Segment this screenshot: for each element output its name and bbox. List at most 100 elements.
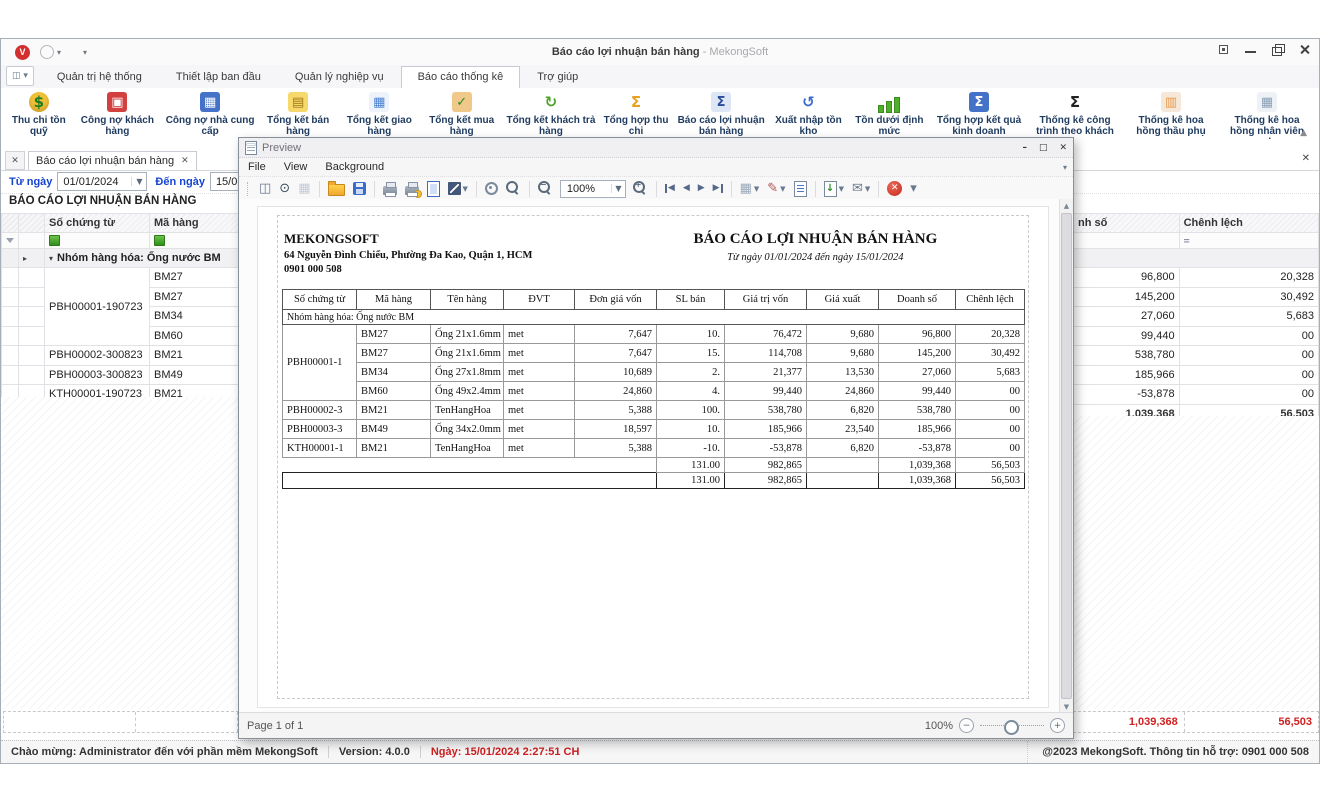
- menu-background[interactable]: Background: [316, 161, 393, 173]
- ribbon-tab-0[interactable]: Quản trị hệ thống: [40, 66, 159, 88]
- first-page-icon[interactable]: ◀: [661, 182, 679, 195]
- filter-cell[interactable]: [150, 233, 245, 249]
- value-cell[interactable]: 145,200: [1074, 287, 1180, 307]
- next-page-icon[interactable]: ▶: [694, 182, 709, 195]
- low-stock-button[interactable]: Tồn dưới định mức: [850, 91, 929, 137]
- close-icon[interactable]: [1298, 43, 1311, 56]
- open-icon[interactable]: [324, 179, 349, 198]
- table-row[interactable]: 185,96600: [1074, 365, 1319, 385]
- column-header[interactable]: Chênh lệch: [1179, 214, 1318, 233]
- column-header[interactable]: nh số: [1074, 214, 1180, 233]
- item-code-cell[interactable]: BM34: [150, 307, 245, 327]
- document-map-icon[interactable]: [790, 179, 811, 199]
- table-row[interactable]: 145,20030,492: [1074, 287, 1319, 307]
- value-cell[interactable]: 27,060: [1074, 307, 1180, 327]
- purchase-summary-button[interactable]: ✓Tổng kết mua hàng: [423, 91, 501, 137]
- page-setup-icon[interactable]: ◫: [255, 180, 275, 197]
- value-cell[interactable]: 20,328: [1179, 268, 1318, 288]
- tab-profit-report[interactable]: Báo cáo lợi nhuận bán hàng ✕: [28, 151, 197, 170]
- ribbon-tab-1[interactable]: Thiết lập ban đầu: [159, 66, 278, 88]
- voucher-cell[interactable]: PBH00002-300823: [45, 346, 150, 366]
- chevron-down-icon[interactable]: ▼: [611, 184, 625, 193]
- scroll-up-icon[interactable]: ▲: [1060, 199, 1073, 212]
- preview-scrollbar[interactable]: ▲ ▼: [1059, 199, 1073, 713]
- preview-maximize-icon[interactable]: □: [1039, 143, 1048, 153]
- value-cell[interactable]: 185,966: [1074, 365, 1180, 385]
- supplier-debt-button[interactable]: ▦Công nợ nhà cung cấp: [164, 91, 256, 137]
- value-cell[interactable]: 99,440: [1074, 326, 1180, 346]
- restore-icon[interactable]: [1271, 43, 1284, 56]
- email-icon[interactable]: ✉▼: [848, 180, 874, 197]
- panel-close-icon[interactable]: ✕: [1302, 153, 1310, 164]
- customer-debt-button[interactable]: ▣Công nợ khách hàng: [75, 91, 160, 137]
- zoom-out-button[interactable]: −: [959, 718, 974, 733]
- table-row[interactable]: 538,78000: [1074, 346, 1319, 366]
- zoom-slider[interactable]: [980, 725, 1044, 727]
- value-cell[interactable]: 538,780: [1074, 346, 1180, 366]
- table-row[interactable]: 96,80020,328: [1074, 268, 1319, 288]
- from-date-input[interactable]: 01/01/2024 ▼: [57, 172, 147, 191]
- delivery-summary-button[interactable]: ▦Tổng kết giao hàng: [340, 91, 418, 137]
- inventory-button[interactable]: ↺Xuất nhập tồn kho: [771, 91, 846, 137]
- column-header[interactable]: Số chứng từ: [45, 214, 150, 233]
- collapse-icon[interactable]: ▾: [49, 254, 53, 263]
- print-icon[interactable]: [379, 180, 401, 197]
- zoom-level-combo[interactable]: 100%▼: [560, 180, 626, 198]
- filter-cell[interactable]: [45, 233, 150, 249]
- table-row[interactable]: PBH00003-300823BM49: [2, 365, 245, 385]
- chevron-down-icon[interactable]: ▼: [131, 177, 146, 186]
- export-icon[interactable]: ↓▼: [820, 179, 848, 199]
- close-preview-icon[interactable]: ✕: [883, 179, 906, 198]
- filter-cell[interactable]: =: [1179, 233, 1318, 249]
- multipage-icon[interactable]: ▦▼: [736, 180, 764, 197]
- highlight-icon[interactable]: ✎▼: [763, 180, 789, 197]
- quick-access-button[interactable]: [40, 45, 54, 59]
- voucher-cell[interactable]: PBH00001-190723: [45, 268, 150, 346]
- value-cell[interactable]: 00: [1179, 326, 1318, 346]
- table-row[interactable]: 99,44000: [1074, 326, 1319, 346]
- table-row[interactable]: 27,0605,683: [1074, 307, 1319, 327]
- value-cell[interactable]: -53,878: [1074, 385, 1180, 405]
- window-layout-button[interactable]: ◫ ▾: [6, 66, 34, 86]
- coins-button[interactable]: $Thu chi tồn quỹ: [7, 91, 71, 137]
- print-options-icon[interactable]: [401, 180, 423, 197]
- table-row[interactable]: -53,87800: [1074, 385, 1319, 405]
- ribbon-collapse-icon[interactable]: ▲: [1300, 128, 1307, 138]
- magnifier-icon[interactable]: [502, 179, 525, 198]
- menu-view[interactable]: View: [275, 161, 317, 173]
- business-result-button[interactable]: ΣTổng hợp kết quả kinh doanh: [933, 91, 1025, 137]
- grid-group-row[interactable]: ▸▾Nhóm hàng hóa: Ống nước BM: [2, 249, 245, 268]
- ribbon-tab-3[interactable]: Báo cáo thống kê: [401, 66, 521, 88]
- prev-page-icon[interactable]: ◀: [679, 182, 694, 195]
- item-code-cell[interactable]: BM60: [150, 326, 245, 346]
- returns-summary-button[interactable]: ↻Tổng kết khách trả hàng: [505, 91, 597, 137]
- last-page-icon[interactable]: ▶: [709, 182, 727, 195]
- profit-report-button[interactable]: ΣBáo cáo lợi nhuận bán hàng: [675, 91, 767, 137]
- preview-minimize-icon[interactable]: –: [1022, 143, 1027, 153]
- ribbon-tab-2[interactable]: Quản lý nghiệp vụ: [278, 66, 401, 88]
- find-icon[interactable]: ⊙: [275, 180, 294, 197]
- item-code-cell[interactable]: BM27: [150, 287, 245, 307]
- subcontractor-commission-button[interactable]: ▥Thống kê hoa hồng thầu phụ: [1125, 91, 1217, 137]
- value-cell[interactable]: 30,492: [1179, 287, 1318, 307]
- table-row[interactable]: PBH00002-300823BM21: [2, 346, 245, 366]
- toolbar-overflow-icon[interactable]: ▾: [906, 180, 921, 197]
- value-cell[interactable]: 96,800: [1074, 268, 1180, 288]
- income-expense-button[interactable]: ΣTổng hợp thu chi: [601, 91, 671, 137]
- item-code-cell[interactable]: BM27: [150, 268, 245, 288]
- column-header[interactable]: Mã hàng: [150, 214, 245, 233]
- tabstrip-close-icon[interactable]: ✕: [5, 151, 25, 170]
- value-cell[interactable]: 00: [1179, 385, 1318, 405]
- menu-file[interactable]: File: [239, 161, 275, 173]
- save-icon[interactable]: [349, 180, 370, 197]
- preview-titlebar[interactable]: Preview – □ ✕: [239, 138, 1073, 158]
- value-cell[interactable]: 00: [1179, 365, 1318, 385]
- sales-summary-button[interactable]: ▤Tổng kết bán hàng: [260, 91, 336, 137]
- zoom-slider-thumb[interactable]: [1004, 720, 1019, 735]
- item-code-cell[interactable]: BM21: [150, 346, 245, 366]
- zoom-out-icon[interactable]: [534, 179, 557, 198]
- scale-icon[interactable]: ▼: [444, 180, 472, 197]
- hand-tool-icon[interactable]: [481, 180, 502, 197]
- quick-access-overflow-icon[interactable]: ▾: [83, 48, 87, 57]
- minimize-icon[interactable]: [1244, 43, 1257, 56]
